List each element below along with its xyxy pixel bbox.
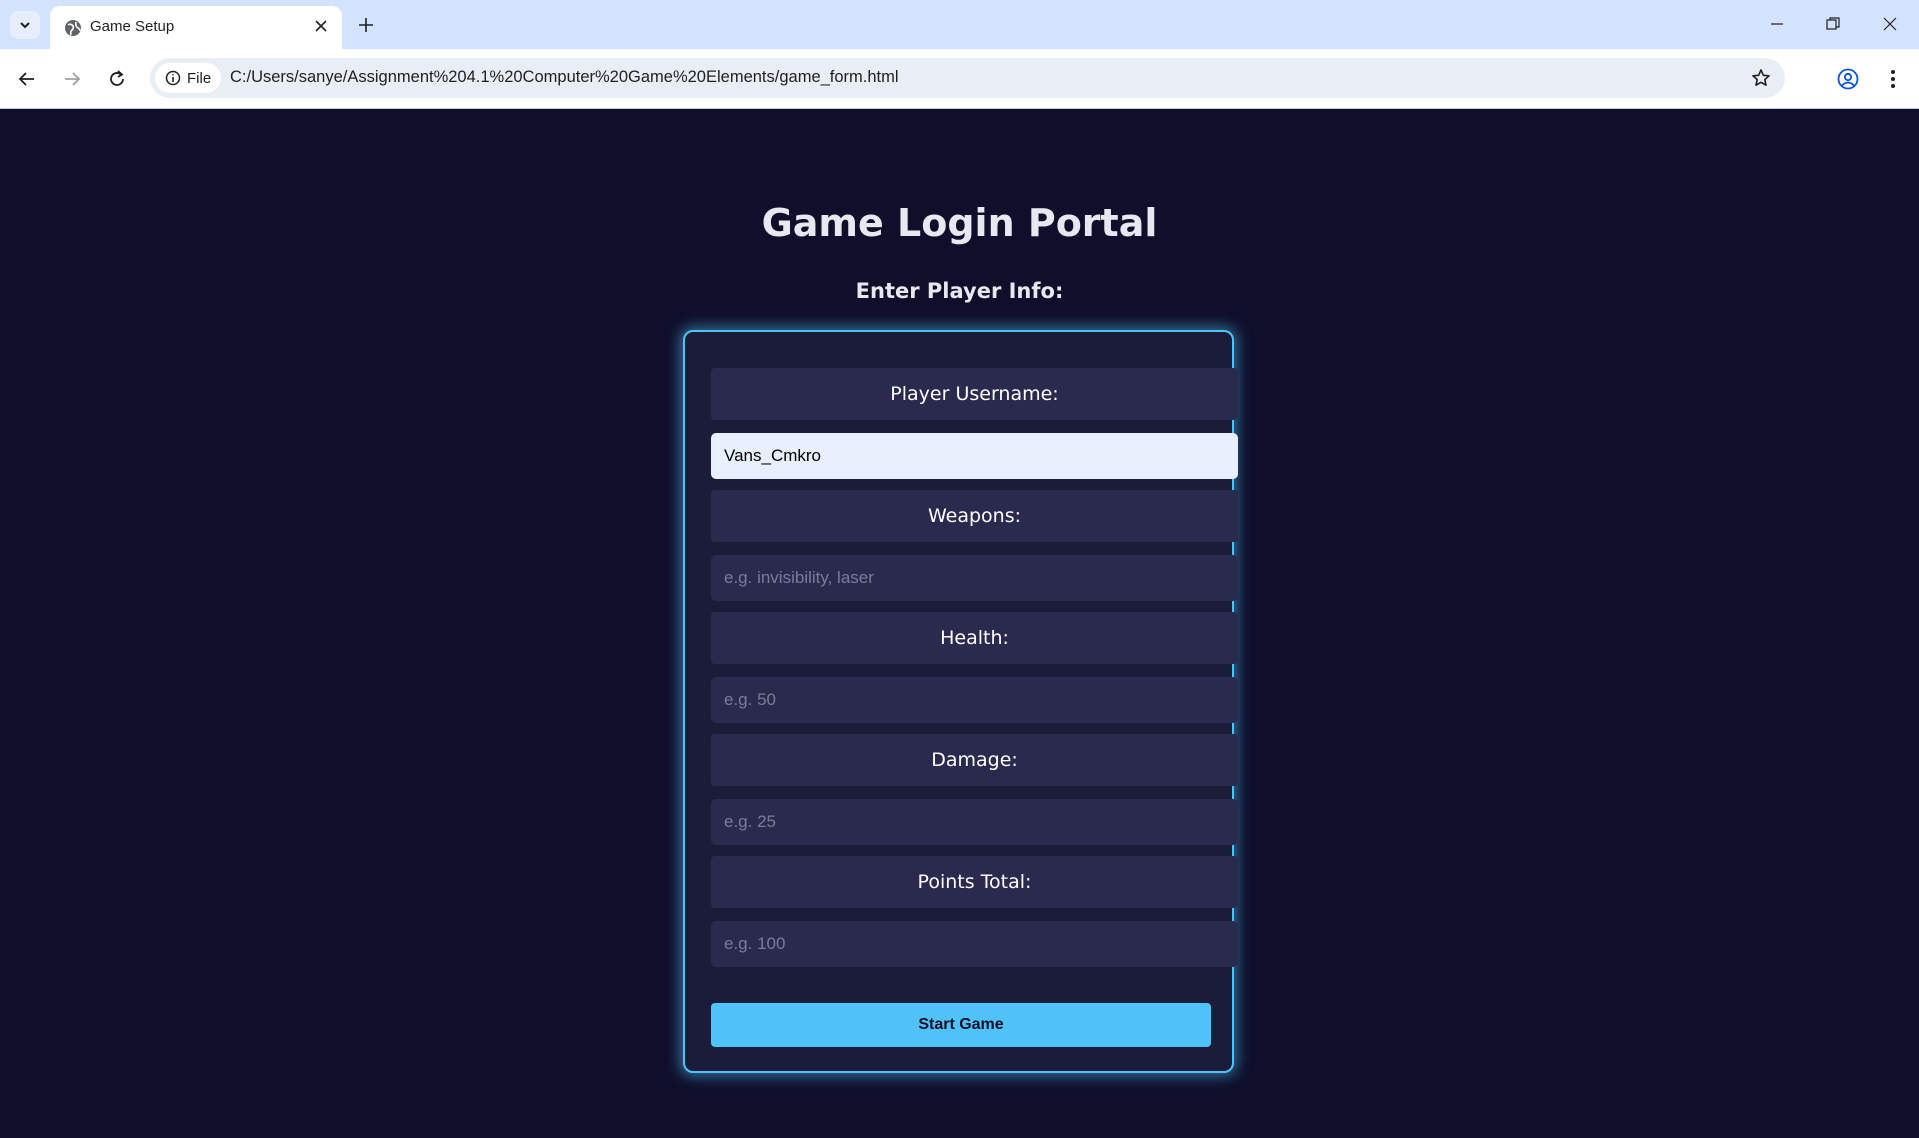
username-input[interactable] <box>711 433 1238 479</box>
url-text[interactable]: C:/Users/sanye/Assignment%204.1%20Comput… <box>230 68 899 87</box>
tab-close-button[interactable] <box>310 15 332 37</box>
forward-button[interactable] <box>56 63 88 95</box>
browser-menu-button[interactable] <box>1877 63 1909 95</box>
profile-button[interactable] <box>1832 63 1864 95</box>
points-total-label: Points Total: <box>711 856 1238 908</box>
tab-title: Game Setup <box>90 18 175 35</box>
globe-icon <box>65 20 81 36</box>
reload-button[interactable] <box>101 63 133 95</box>
minimize-icon <box>1771 23 1783 25</box>
damage-input[interactable] <box>711 799 1238 845</box>
page-title: Game Login Portal <box>761 201 1158 245</box>
page-content: Game Login Portal Enter Player Info: Pla… <box>0 109 1919 1138</box>
info-icon <box>165 70 181 86</box>
back-arrow-icon <box>18 72 34 86</box>
tab-game-setup[interactable]: Game Setup <box>50 6 342 49</box>
page-subtitle: Enter Player Info: <box>855 279 1064 303</box>
new-tab-button[interactable] <box>352 11 380 39</box>
browser-toolbar: File C:/Users/sanye/Assignment%204.1%20C… <box>0 49 1919 109</box>
address-bar[interactable]: File C:/Users/sanye/Assignment%204.1%20C… <box>150 58 1785 98</box>
tab-search-icon <box>20 22 30 29</box>
star-icon <box>1752 69 1770 86</box>
minimize-button[interactable] <box>1755 10 1799 38</box>
player-info-form: Player Username: Weapons: Health: Damage… <box>683 330 1238 1073</box>
health-label: Health: <box>711 612 1238 664</box>
reload-icon <box>110 70 124 86</box>
points-total-input[interactable] <box>711 921 1238 967</box>
back-button[interactable] <box>11 63 43 95</box>
close-icon <box>315 20 327 32</box>
restore-button[interactable] <box>1811 10 1855 38</box>
window-close-icon <box>1883 17 1897 31</box>
damage-label: Damage: <box>711 734 1238 786</box>
weapons-input[interactable] <box>711 555 1238 601</box>
restore-icon <box>1826 17 1840 30</box>
bookmark-button[interactable] <box>1747 64 1775 92</box>
kebab-menu-icon <box>1891 70 1895 88</box>
username-label: Player Username: <box>711 368 1238 420</box>
start-game-button[interactable]: Start Game <box>711 1003 1211 1047</box>
forward-arrow-icon <box>65 72 81 86</box>
tab-search-button[interactable] <box>10 11 40 39</box>
site-info-chip[interactable]: File <box>155 63 221 93</box>
site-info-label: File <box>187 69 212 87</box>
tab-strip: Game Setup <box>0 0 1919 49</box>
profile-icon <box>1837 68 1859 90</box>
weapons-label: Weapons: <box>711 490 1238 542</box>
health-input[interactable] <box>711 677 1238 723</box>
plus-icon <box>359 18 373 32</box>
window-close-button[interactable] <box>1868 10 1912 38</box>
